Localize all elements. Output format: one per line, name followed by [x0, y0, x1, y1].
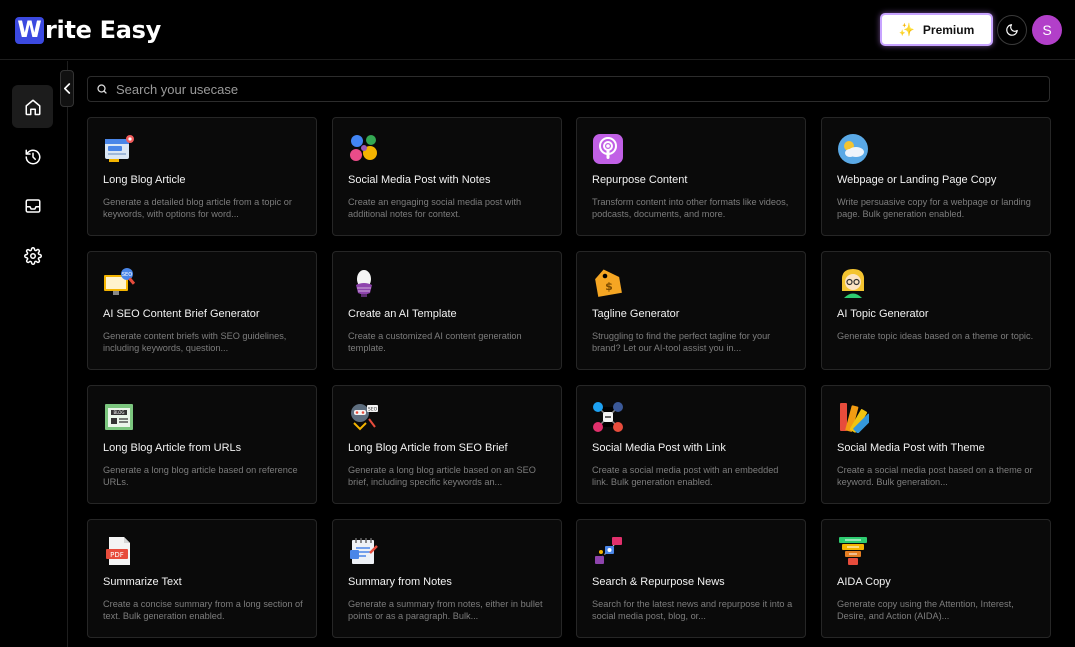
- card-description: Create a social media post based on a th…: [837, 465, 1033, 487]
- card-title: Search & Repurpose News: [592, 576, 725, 588]
- blog-icon: [103, 133, 135, 165]
- card-title: Webpage or Landing Page Copy: [837, 174, 997, 186]
- search-input[interactable]: [116, 81, 1016, 97]
- seo-monitor-icon: SEO: [103, 267, 136, 299]
- sidebar-item-home[interactable]: [12, 85, 53, 128]
- card-title: Repurpose Content: [592, 174, 688, 186]
- weather-globe-icon: [837, 133, 869, 165]
- card-title: Long Blog Article from SEO Brief: [348, 442, 508, 454]
- card-description: Create a social media post with an embed…: [592, 465, 779, 487]
- color-palette-icon: [837, 401, 873, 434]
- card-title: Tagline Generator: [592, 308, 680, 320]
- svg-text:SEO: SEO: [368, 407, 378, 413]
- card-title: Summary from Notes: [348, 576, 452, 588]
- card-description: Search for the latest news and repurpose…: [592, 599, 793, 621]
- card-title: Social Media Post with Link: [592, 442, 726, 454]
- usecase-card-tagline-generator[interactable]: $ Tagline Generator Struggling to find t…: [576, 251, 806, 370]
- usecase-card-search-and-repurpose-news[interactable]: Search & Repurpose News Search for the l…: [576, 519, 806, 638]
- price-tag-icon: $: [592, 267, 624, 299]
- card-description: Generate a summary from notes, either in…: [348, 599, 543, 621]
- pdf-icon: PDF: [103, 535, 135, 567]
- card-title: Social Media Post with Theme: [837, 442, 985, 454]
- card-description: Create an engaging social media post wit…: [348, 197, 522, 219]
- sparkle-icon: ✨: [898, 21, 915, 37]
- theme-toggle-button[interactable]: [997, 15, 1027, 45]
- sidebar-collapse-button[interactable]: [60, 70, 74, 107]
- gear-icon: [23, 246, 42, 265]
- svg-text:$: $: [605, 280, 613, 293]
- usecase-card-social-media-post-with-notes[interactable]: Social Media Post with Notes Create an e…: [332, 117, 562, 236]
- usecase-card-repurpose-content[interactable]: Repurpose Content Transform content into…: [576, 117, 806, 236]
- premium-label: Premium: [922, 22, 975, 37]
- card-description: Generate a long blog article based on re…: [103, 465, 298, 487]
- card-description: Struggling to find the perfect tagline f…: [592, 331, 771, 353]
- search-icon: [96, 83, 108, 95]
- card-title: Long Blog Article: [103, 174, 186, 186]
- search-bar[interactable]: [87, 76, 1050, 102]
- svg-text:SEO: SEO: [122, 272, 132, 278]
- svg-text:BLOG: BLOG: [113, 410, 124, 415]
- card-description: Generate a detailed blog article from a …: [103, 197, 292, 219]
- usecase-card-long-blog-article[interactable]: Long Blog Article Generate a detailed bl…: [87, 117, 317, 236]
- home-icon: [24, 98, 42, 116]
- sidebar-item-inbox[interactable]: [12, 184, 53, 227]
- inbox-icon: [24, 197, 42, 215]
- card-description: Generate topic ideas based on a theme or…: [837, 331, 1034, 341]
- usecase-card-long-blog-article-from-seo-brief[interactable]: SEO Long Blog Article from SEO Brief Gen…: [332, 385, 562, 504]
- usecase-card-social-media-post-with-link[interactable]: Social Media Post with Link Create a soc…: [576, 385, 806, 504]
- social-bubbles-icon: [348, 133, 380, 165]
- usecase-card-summarize-text[interactable]: PDF Summarize Text Create a concise summ…: [87, 519, 317, 638]
- usecase-card-social-media-post-with-theme[interactable]: Social Media Post with Theme Create a so…: [821, 385, 1051, 504]
- social-network-icon: [592, 401, 624, 433]
- card-title: Summarize Text: [103, 576, 182, 588]
- person-icon: [837, 267, 869, 299]
- notes-icon: [348, 535, 380, 567]
- usecase-card-ai-topic-generator[interactable]: AI Topic Generator Generate topic ideas …: [821, 251, 1051, 370]
- podcast-icon: [592, 133, 624, 165]
- card-description: Generate a long blog article based on an…: [348, 465, 536, 487]
- card-title: Social Media Post with Notes: [348, 174, 491, 186]
- premium-button[interactable]: ✨ Premium: [880, 13, 993, 46]
- egg-icon: [348, 267, 380, 299]
- usecase-card-create-an-ai-template[interactable]: Create an AI Template Create a customize…: [332, 251, 562, 370]
- history-icon: [24, 148, 42, 166]
- card-description: Generate content briefs with SEO guideli…: [103, 331, 287, 353]
- card-title: Long Blog Article from URLs: [103, 442, 242, 454]
- logo-text: rite Easy: [45, 16, 161, 44]
- card-title: AIDA Copy: [837, 576, 891, 588]
- funnel-icon: [837, 535, 869, 567]
- news-search-icon: [592, 535, 624, 567]
- usecase-card-webpage-or-landing-page-copy[interactable]: Webpage or Landing Page Copy Write persu…: [821, 117, 1051, 236]
- card-description: Write persuasive copy for a webpage or l…: [837, 197, 1031, 219]
- card-title: AI Topic Generator: [837, 308, 929, 320]
- chevron-left-icon: [63, 83, 72, 94]
- usecase-card-aida-copy[interactable]: AIDA Copy Generate copy using the Attent…: [821, 519, 1051, 638]
- card-description: Generate copy using the Attention, Inter…: [837, 599, 1014, 621]
- usecase-card-long-blog-article-from-urls[interactable]: BLOG Long Blog Article from URLs Generat…: [87, 385, 317, 504]
- card-title: Create an AI Template: [348, 308, 457, 320]
- sidebar-item-history[interactable]: [12, 135, 53, 178]
- browser-blog-icon: BLOG: [103, 401, 135, 433]
- moon-icon: [1005, 23, 1019, 37]
- sidebar-item-settings[interactable]: [12, 234, 53, 277]
- usecase-card-summary-from-notes[interactable]: Summary from Notes Generate a summary fr…: [332, 519, 562, 638]
- logo-mark: W: [15, 16, 44, 44]
- app-logo[interactable]: W rite Easy: [15, 16, 161, 44]
- card-description: Create a concise summary from a long sec…: [103, 599, 303, 621]
- card-title: AI SEO Content Brief Generator: [103, 308, 260, 320]
- user-avatar[interactable]: S: [1032, 15, 1062, 45]
- top-header: W rite Easy ✨ Premium S: [0, 0, 1075, 60]
- card-description: Create a customized AI content generatio…: [348, 331, 522, 353]
- usecase-card-ai-seo-content-brief-generator[interactable]: SEO AI SEO Content Brief Generator Gener…: [87, 251, 317, 370]
- card-description: Transform content into other formats lik…: [592, 197, 789, 219]
- sidebar: [0, 61, 68, 647]
- svg-text:PDF: PDF: [110, 551, 124, 559]
- seo-robot-icon: SEO: [348, 401, 380, 433]
